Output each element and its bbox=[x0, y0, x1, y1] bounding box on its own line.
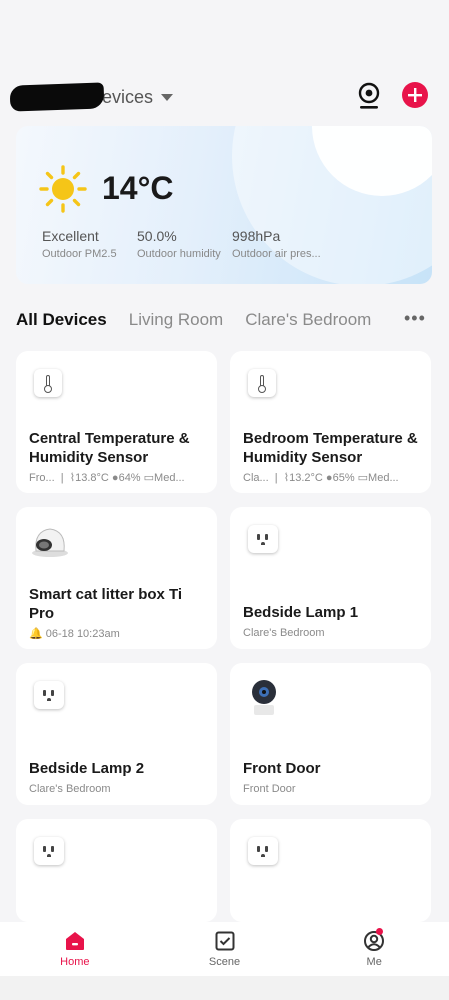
thermometer-icon bbox=[248, 369, 280, 401]
device-name: Front Door bbox=[243, 760, 321, 777]
tab-living-room[interactable]: Living Room bbox=[129, 310, 224, 330]
add-icon[interactable] bbox=[402, 82, 428, 108]
sun-icon bbox=[38, 164, 88, 214]
nav-label: Home bbox=[60, 956, 90, 968]
nav-home[interactable]: Home bbox=[0, 922, 150, 976]
device-status: Clare's Bedroom bbox=[243, 627, 325, 639]
device-card[interactable]: Bedside Lamp 2 Clare's Bedroom bbox=[16, 663, 217, 805]
metric-value: 50.0% bbox=[137, 228, 177, 244]
status-bar bbox=[0, 0, 449, 70]
home-selector[interactable]: evices bbox=[9, 82, 174, 112]
bottom-nav: Home Scene Me bbox=[0, 922, 449, 976]
metric-label: Outdoor air pres... bbox=[232, 248, 321, 260]
caret-down-icon bbox=[161, 93, 174, 101]
nav-label: Scene bbox=[208, 956, 241, 968]
device-card[interactable]: Bedside Lamp 1 Clare's Bedroom bbox=[230, 507, 431, 649]
redacted-home-name bbox=[9, 82, 105, 112]
metric-value: 998hPa bbox=[232, 228, 281, 244]
more-icon[interactable]: ••• bbox=[404, 308, 426, 329]
device-card[interactable]: Smart cat litter box Ti Pro 🔔 06-18 10:2… bbox=[16, 507, 217, 649]
header: evices bbox=[0, 78, 449, 114]
device-card[interactable]: Bedroom Temperature & Humidity Sensor Cl… bbox=[230, 351, 431, 493]
smart-plug-icon bbox=[248, 525, 280, 557]
home-name: evices bbox=[102, 86, 154, 107]
smart-plug-icon bbox=[34, 681, 66, 713]
device-name: Bedside Lamp 1 bbox=[243, 604, 359, 621]
metric-pm25: Excellent Outdoor PM2.5 bbox=[42, 228, 117, 260]
device-name: Bedroom Temperature & Humidity Sensor bbox=[243, 430, 418, 466]
litter-box-icon bbox=[30, 523, 70, 559]
metric-air-pressure: 998hPa Outdoor air pres... bbox=[232, 228, 321, 260]
device-card[interactable]: Front Door Front Door bbox=[230, 663, 431, 805]
home-icon bbox=[65, 932, 84, 950]
nav-scene[interactable]: Scene bbox=[150, 922, 300, 976]
camera-device-icon bbox=[248, 677, 280, 717]
tab-clares-bedroom[interactable]: Clare's Bedroom bbox=[245, 310, 371, 330]
nav-me[interactable]: Me bbox=[299, 922, 449, 976]
device-card[interactable]: Central Temperature & Humidity Sensor Fr… bbox=[16, 351, 217, 493]
metric-label: Outdoor PM2.5 bbox=[42, 248, 117, 260]
metric-value: Excellent bbox=[42, 228, 99, 244]
room-tabs: All Devices Living Room Clare's Bedroom bbox=[16, 306, 436, 334]
device-status: Fro... | ⌇13.8°C ●64% ▭Med... bbox=[29, 472, 185, 484]
metric-humidity: 50.0% Outdoor humidity bbox=[137, 228, 221, 260]
device-status: 🔔 06-18 10:23am bbox=[29, 628, 120, 640]
nav-label: Me bbox=[366, 956, 382, 968]
smart-plug-icon bbox=[248, 837, 280, 869]
system-bar bbox=[0, 976, 449, 1000]
device-card[interactable] bbox=[16, 819, 217, 922]
device-status: Front Door bbox=[243, 783, 296, 795]
device-status: Clare's Bedroom bbox=[29, 783, 111, 795]
metric-label: Outdoor humidity bbox=[137, 248, 221, 260]
smart-plug-icon bbox=[34, 837, 66, 869]
temperature: 14°C bbox=[102, 170, 174, 206]
weather-card[interactable]: 14°C Excellent Outdoor PM2.5 50.0% Outdo… bbox=[16, 126, 432, 284]
device-status: Cla... | ⌇13.2°C ●65% ▭Med... bbox=[243, 472, 399, 484]
camera-icon[interactable] bbox=[356, 82, 382, 110]
device-card[interactable] bbox=[230, 819, 431, 922]
thermometer-icon bbox=[34, 369, 66, 401]
device-name: Central Temperature & Humidity Sensor bbox=[29, 430, 190, 466]
tab-all-devices[interactable]: All Devices bbox=[16, 310, 107, 330]
scene-icon bbox=[215, 931, 234, 951]
device-name: Smart cat litter box Ti Pro bbox=[29, 586, 183, 622]
device-name: Bedside Lamp 2 bbox=[29, 760, 145, 777]
